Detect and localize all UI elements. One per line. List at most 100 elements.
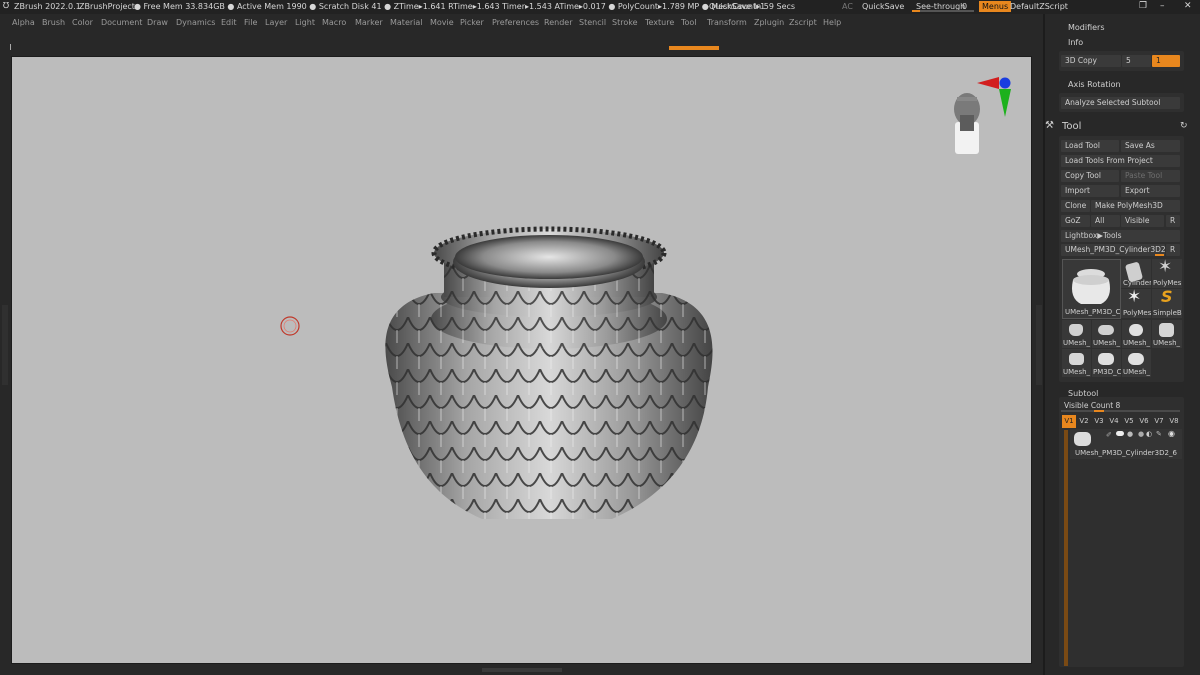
- thumb-main-tool[interactable]: UMesh_PM3D_C: [1062, 259, 1121, 319]
- menu-tool[interactable]: Tool: [681, 18, 697, 27]
- bottom-tray-handle[interactable]: [482, 668, 562, 672]
- menu-file[interactable]: File: [244, 18, 257, 27]
- vtab-v5[interactable]: V5: [1122, 415, 1136, 428]
- pen-icon[interactable]: ✎: [1156, 430, 1162, 438]
- menu-picker[interactable]: Picker: [460, 18, 484, 27]
- current-tool-label: UMesh_PM3D_Cylinder3D2_6: [1065, 245, 1165, 254]
- thumb-row3-2[interactable]: UMesh_: [1092, 320, 1121, 348]
- menu-transform[interactable]: Transform: [707, 18, 747, 27]
- default-zscript-button[interactable]: DefaultZScript: [1010, 2, 1068, 11]
- copy-tool-button[interactable]: Copy Tool: [1061, 170, 1119, 182]
- see-through-track[interactable]: [912, 10, 974, 12]
- menu-light[interactable]: Light: [295, 18, 315, 27]
- load-tools-from-project-button[interactable]: Load Tools From Project: [1061, 155, 1180, 167]
- vtab-v1[interactable]: V1: [1062, 415, 1076, 428]
- goz-r-button[interactable]: R: [1166, 215, 1180, 227]
- thumb-polymesh-1[interactable]: ✶ PolyMes: [1152, 257, 1182, 288]
- subtool-scrollbar[interactable]: [1064, 430, 1068, 666]
- menu-layer[interactable]: Layer: [265, 18, 287, 27]
- copy3d-button[interactable]: 3D Copy: [1061, 55, 1121, 67]
- menu-edit[interactable]: Edit: [221, 18, 237, 27]
- document-canvas[interactable]: [12, 57, 1031, 663]
- thumb-row4-2[interactable]: PM3D_C: [1092, 349, 1121, 377]
- dot-icon[interactable]: ●: [1127, 430, 1133, 438]
- toggle-icon[interactable]: [1116, 431, 1124, 436]
- load-tool-button[interactable]: Load Tool: [1061, 140, 1119, 152]
- import-button[interactable]: Import: [1061, 185, 1119, 197]
- axis-rotation-header[interactable]: Axis Rotation: [1068, 80, 1121, 89]
- axis-gizmo-icon[interactable]: [977, 77, 1011, 117]
- subtool-list-item[interactable]: ✐ ● ● ◐ ✎ ◉ UMesh_PM3D_Cylinder3D2_6: [1070, 429, 1182, 459]
- menus-button[interactable]: Menus: [979, 1, 1012, 12]
- lightbox-tools-button[interactable]: Lightbox▶Tools: [1061, 230, 1180, 242]
- vtab-v6[interactable]: V6: [1137, 415, 1151, 428]
- menu-brush[interactable]: Brush: [42, 18, 65, 27]
- current-tool-slider[interactable]: UMesh_PM3D_Cylinder3D2_6: [1061, 244, 1165, 256]
- menu-document[interactable]: Document: [101, 18, 142, 27]
- export-button[interactable]: Export: [1121, 185, 1180, 197]
- project-name: ZBrushProject: [79, 2, 135, 11]
- refresh-icon[interactable]: ↻: [1180, 121, 1188, 131]
- navigation-head-icon[interactable]: [954, 93, 980, 154]
- thumb-row3-1[interactable]: UMesh_: [1062, 320, 1091, 348]
- eye-icon[interactable]: ◉: [1168, 429, 1175, 438]
- clone-button[interactable]: Clone: [1061, 200, 1090, 212]
- minimize-icon[interactable]: –: [1160, 1, 1165, 11]
- visible-count-label[interactable]: Visible Count 8: [1064, 401, 1120, 410]
- menu-stencil[interactable]: Stencil: [579, 18, 606, 27]
- vase-model[interactable]: [385, 226, 713, 519]
- menu-zplugin[interactable]: Zplugin: [754, 18, 784, 27]
- goz-button[interactable]: GoZ: [1061, 215, 1090, 227]
- make-polymesh3d-button[interactable]: Make PolyMesh3D: [1091, 200, 1180, 212]
- menu-stroke[interactable]: Stroke: [612, 18, 638, 27]
- menu-movie[interactable]: Movie: [430, 18, 454, 27]
- menu-macro[interactable]: Macro: [322, 18, 346, 27]
- vtab-v3[interactable]: V3: [1092, 415, 1106, 428]
- menu-zscript[interactable]: Zscript: [789, 18, 817, 27]
- menu-dynamics[interactable]: Dynamics: [176, 18, 215, 27]
- info-header[interactable]: Info: [1068, 38, 1083, 47]
- window-restore-icon[interactable]: ❐: [1139, 1, 1147, 11]
- save-as-button[interactable]: Save As: [1121, 140, 1180, 152]
- menu-preferences[interactable]: Preferences: [492, 18, 539, 27]
- menu-render[interactable]: Render: [544, 18, 572, 27]
- menu-material[interactable]: Material: [390, 18, 423, 27]
- thumb-cylinder[interactable]: Cylinder: [1121, 259, 1151, 288]
- thumb-row3-4[interactable]: UMesh_: [1152, 320, 1182, 348]
- half-circle-icon[interactable]: ◐: [1146, 430, 1152, 438]
- thumb-row4-1[interactable]: UMesh_: [1062, 349, 1091, 377]
- thumb-polymesh-2[interactable]: ✶ PolyMes: [1121, 287, 1151, 318]
- brush-icon[interactable]: ✐: [1106, 431, 1112, 439]
- star-icon: ✶: [1127, 287, 1142, 307]
- tool-header[interactable]: Tool: [1062, 121, 1081, 132]
- goz-visible-button[interactable]: Visible: [1121, 215, 1164, 227]
- analyze-subtool-button[interactable]: Analyze Selected Subtool: [1061, 97, 1180, 109]
- vtab-v2[interactable]: V2: [1077, 415, 1091, 428]
- thumb-simplebrush[interactable]: S SimpleB: [1152, 287, 1182, 318]
- vtab-v7[interactable]: V7: [1152, 415, 1166, 428]
- quicksave-button[interactable]: QuickSave: [862, 2, 904, 11]
- copy3d-field[interactable]: 1: [1152, 55, 1180, 67]
- vase-thumb-icon: [1069, 353, 1084, 365]
- left-tray-handle[interactable]: [2, 305, 8, 385]
- ac-button[interactable]: AC: [842, 2, 853, 11]
- vtab-v8[interactable]: V8: [1167, 415, 1181, 428]
- modifiers-header[interactable]: Modifiers: [1068, 23, 1105, 32]
- close-icon[interactable]: ✕: [1184, 1, 1192, 11]
- thumb-row4-3[interactable]: UMesh_: [1122, 349, 1151, 377]
- menu-texture[interactable]: Texture: [645, 18, 674, 27]
- goz-all-button[interactable]: All: [1091, 215, 1120, 227]
- vtab-v4[interactable]: V4: [1107, 415, 1121, 428]
- menu-alpha[interactable]: Alpha: [12, 18, 35, 27]
- menu-draw[interactable]: Draw: [147, 18, 168, 27]
- thumb-row3-3[interactable]: UMesh_: [1122, 320, 1151, 348]
- current-tool-r-button[interactable]: R: [1166, 244, 1180, 256]
- right-tray-handle[interactable]: [1036, 305, 1042, 385]
- visible-count-slider[interactable]: [1061, 410, 1180, 412]
- menu-color[interactable]: Color: [72, 18, 93, 27]
- menu-marker[interactable]: Marker: [355, 18, 383, 27]
- copy3d-count[interactable]: 5: [1122, 55, 1151, 67]
- menu-help[interactable]: Help: [823, 18, 841, 27]
- dot-small-icon[interactable]: ●: [1138, 430, 1144, 438]
- paste-tool-button[interactable]: Paste Tool: [1121, 170, 1180, 182]
